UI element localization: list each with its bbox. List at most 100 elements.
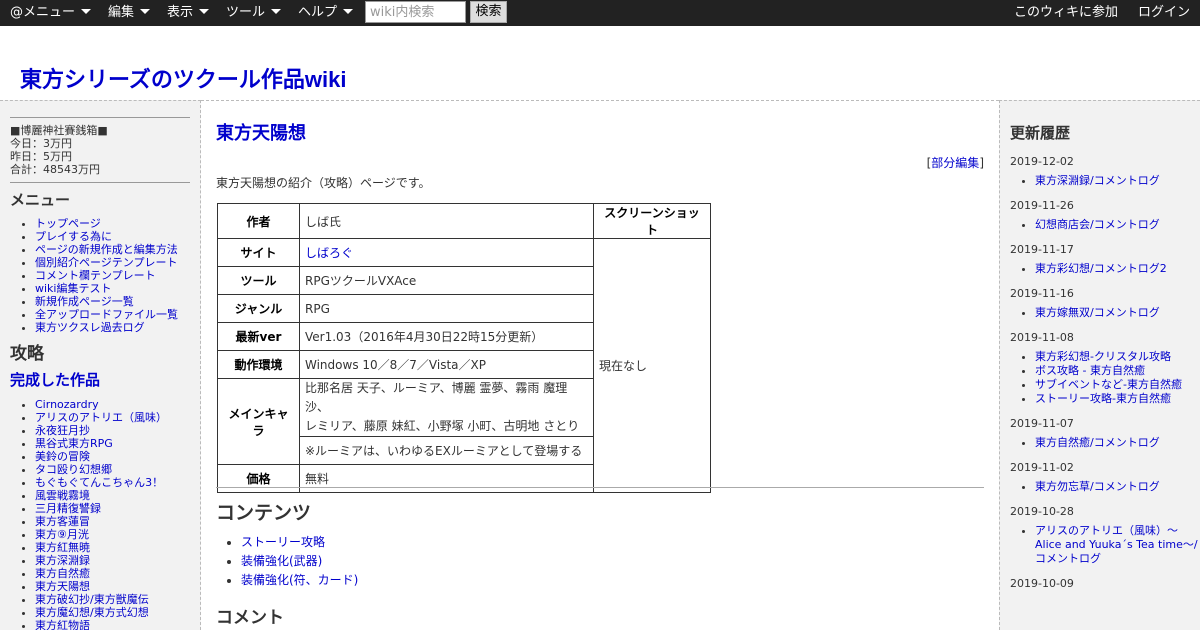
edit-menu-dropdown[interactable]: 編集: [108, 0, 151, 26]
genre-value: RPG: [299, 294, 594, 323]
info-table: 作者 しば氏 スクリーンショット サイト しばろぐ 現在なし ツール RPGツク…: [217, 203, 711, 493]
work-link[interactable]: もぐもぐてんこちゃん3！: [35, 476, 163, 489]
work-link[interactable]: 東方天陽想: [35, 580, 90, 593]
list-item: 東方深淵録/コメントログ: [1035, 174, 1200, 188]
menu-link[interactable]: 新規作成ページ一覧: [35, 295, 134, 308]
list-item: 東方深淵録: [35, 554, 200, 567]
login-link[interactable]: ログイン: [1138, 0, 1190, 26]
search-input[interactable]: [365, 1, 466, 23]
work-link[interactable]: 東方深淵録: [35, 554, 90, 567]
help-menu-dropdown[interactable]: ヘルプ: [298, 0, 354, 26]
version-header: 最新ver: [217, 322, 300, 351]
screenshot-value: 現在なし: [593, 238, 711, 493]
recent-date: 2019-10-28: [1010, 505, 1074, 518]
work-link[interactable]: 美鈴の冒険: [35, 450, 90, 463]
contents-link[interactable]: 装備強化(武器): [241, 554, 322, 568]
work-link[interactable]: 三月精復讐録: [35, 502, 101, 515]
search-button[interactable]: 検索: [470, 1, 507, 23]
list-item: 永夜狂月抄: [35, 424, 200, 437]
contents-list: ストーリー攻略 装備強化(武器) 装備強化(符、カード): [241, 533, 358, 590]
list-item: 東方自然癒/コメントログ: [1035, 436, 1200, 450]
site-link[interactable]: しばろぐ: [305, 246, 353, 260]
recent-list: 東方彩幻想/コメントログ2: [1000, 262, 1200, 276]
recent-link[interactable]: アリスのアトリエ（風味）～Alice and Yuuka´s Tea time～…: [1035, 524, 1198, 565]
menu-link[interactable]: トップページ: [35, 217, 101, 230]
offering-today: 今日：3万円: [10, 137, 72, 150]
characters-line-1: 比那名居 天子、ルーミア、博麗 霊夢、霧雨 魔理沙、: [305, 381, 568, 414]
work-link[interactable]: 永夜狂月抄: [35, 424, 90, 437]
menu-link[interactable]: wiki編集テスト: [35, 282, 111, 295]
tools-menu-dropdown[interactable]: ツール: [226, 0, 282, 26]
list-item: 東方ツクスレ過去ログ: [35, 321, 200, 334]
work-link[interactable]: 東方紅物語: [35, 619, 90, 630]
work-link[interactable]: 風雲戦霧境: [35, 489, 90, 502]
menu-link[interactable]: 全アップロードファイル一覧: [35, 308, 178, 321]
divider: [10, 182, 190, 183]
work-link[interactable]: 東方客蓮冒: [35, 515, 90, 528]
list-item: コメント欄テンプレート: [35, 269, 200, 282]
menu-link[interactable]: プレイする為に: [35, 230, 112, 243]
recent-link[interactable]: 東方彩幻想/コメントログ2: [1035, 262, 1167, 275]
recent-link[interactable]: 東方自然癒/コメントログ: [1035, 436, 1160, 449]
recent-link[interactable]: 東方嫁無双/コメントログ: [1035, 306, 1160, 319]
list-item: 装備強化(武器): [241, 552, 358, 571]
left-sidebar: ■博麗神社賽銭箱■ 今日：3万円 昨日：5万円 合計：48543万円 メニュー …: [0, 100, 201, 630]
menu-link[interactable]: 個別紹介ページテンプレート: [35, 256, 177, 269]
work-link[interactable]: アリスのアトリエ（風味）: [35, 411, 167, 424]
work-link[interactable]: 東方自然癒: [35, 567, 90, 580]
tools-menu-label: ツール: [226, 5, 266, 20]
list-item: 東方彩幻想/コメントログ2: [1035, 262, 1200, 276]
list-item: アリスのアトリエ（風味）: [35, 411, 200, 424]
work-link[interactable]: 東方⑨月洸: [35, 528, 89, 541]
recent-link[interactable]: ボス攻略 - 東方自然癒: [1035, 364, 1145, 377]
edit-section: [部分編集]: [926, 156, 984, 170]
recent-link[interactable]: 東方深淵録/コメントログ: [1035, 174, 1160, 187]
screenshot-header: スクリーンショット: [593, 203, 711, 239]
work-link[interactable]: 東方紅無暁: [35, 541, 90, 554]
recent-link[interactable]: サブイベントなど-東方自然癒: [1035, 378, 1182, 391]
page-title[interactable]: 東方天陽想: [216, 119, 306, 145]
work-link[interactable]: 東方魔幻想/東方式幻想: [35, 606, 149, 619]
environment-header: 動作環境: [217, 350, 300, 379]
recent-link[interactable]: ストーリー攻略-東方自然癒: [1035, 392, 1171, 405]
recent-list: 幻想商店会/コメントログ: [1000, 218, 1200, 232]
work-link[interactable]: 黒谷式東方RPG: [35, 437, 113, 450]
site-value: しばろぐ: [299, 238, 594, 267]
recent-link[interactable]: 幻想商店会/コメントログ: [1035, 218, 1160, 231]
list-item: ストーリー攻略-東方自然癒: [1035, 392, 1200, 406]
list-item: 東方紅無暁: [35, 541, 200, 554]
list-item: 新規作成ページ一覧: [35, 295, 200, 308]
chevron-down-icon: [199, 9, 210, 14]
work-link[interactable]: 東方破幻抄/東方獣魔伝: [35, 593, 149, 606]
completed-works-list: Cirnozardry アリスのアトリエ（風味） 永夜狂月抄 黒谷式東方RPG …: [0, 398, 200, 630]
contents-link[interactable]: ストーリー攻略: [241, 535, 325, 549]
view-menu-dropdown[interactable]: 表示: [167, 0, 210, 26]
at-menu-dropdown[interactable]: @メニュー: [10, 0, 92, 26]
list-item: 東方自然癒: [35, 567, 200, 580]
site-title[interactable]: 東方シリーズのツクール作品wiki: [20, 62, 346, 94]
work-link[interactable]: タコ殴り幻想郷: [35, 463, 112, 476]
list-item: プレイする為に: [35, 230, 200, 243]
offering-yesterday: 昨日：5万円: [10, 150, 72, 163]
contents-link[interactable]: 装備強化(符、カード): [241, 573, 358, 587]
offering-total: 合計：48543万円: [10, 163, 100, 176]
recent-link[interactable]: 東方勿忘草/コメントログ: [1035, 480, 1160, 493]
menu-link[interactable]: コメント欄テンプレート: [35, 269, 156, 282]
recent-date: 2019-11-07: [1010, 417, 1074, 430]
join-wiki-link[interactable]: このウィキに参加: [1014, 0, 1118, 26]
author-value: しば氏: [299, 203, 594, 239]
list-item: 東方天陽想: [35, 580, 200, 593]
recent-date: 2019-10-09: [1010, 577, 1074, 590]
list-item: wiki編集テスト: [35, 282, 200, 295]
recent-list: 東方彩幻想-クリスタル攻略 ボス攻略 - 東方自然癒 サブイベントなど-東方自然…: [1000, 350, 1200, 406]
chevron-down-icon: [140, 9, 151, 14]
recent-link[interactable]: 東方彩幻想-クリスタル攻略: [1035, 350, 1171, 363]
recent-date: 2019-11-02: [1010, 461, 1074, 474]
edit-section-link[interactable]: 部分編集: [931, 156, 979, 170]
completed-works-heading[interactable]: 完成した作品: [0, 369, 200, 390]
view-menu-label: 表示: [167, 5, 194, 20]
recent-list: 東方自然癒/コメントログ: [1000, 436, 1200, 450]
menu-link[interactable]: ページの新規作成と編集方法: [35, 243, 178, 256]
work-link[interactable]: Cirnozardry: [35, 398, 99, 411]
menu-link[interactable]: 東方ツクスレ過去ログ: [35, 321, 145, 334]
